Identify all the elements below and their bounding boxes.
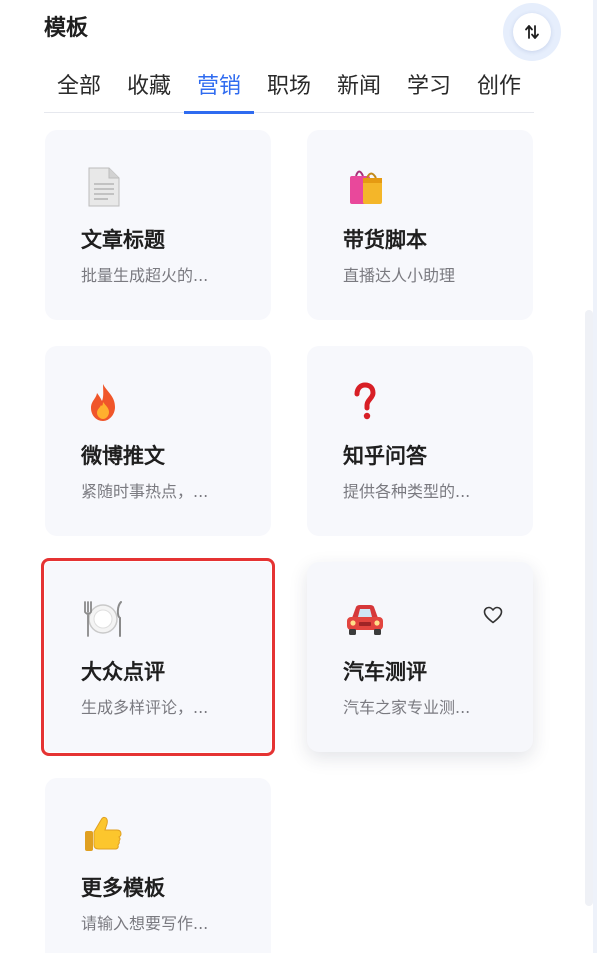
sort-arrows-icon — [525, 25, 539, 39]
card-title: 文章标题 — [81, 228, 165, 252]
template-card-weibo-post[interactable]: 微博推文 紧随时事热点，... — [45, 346, 271, 536]
template-card-sales-script[interactable]: 带货脚本 直播达人小助理 — [307, 130, 533, 320]
right-edge-strip — [593, 0, 597, 953]
card-title: 更多模板 — [81, 876, 165, 900]
tab-news[interactable]: 新闻 — [324, 62, 394, 112]
sort-button[interactable] — [503, 3, 561, 61]
tab-all[interactable]: 全部 — [44, 62, 114, 112]
fire-icon — [81, 380, 125, 424]
template-card-dianping-review[interactable]: 大众点评 生成多样评论，... — [41, 558, 275, 756]
favorite-heart-icon[interactable] — [483, 606, 503, 628]
car-icon — [343, 596, 387, 640]
sort-button-inner — [513, 13, 551, 51]
card-description: 提供各种类型的... — [343, 482, 471, 501]
template-card-more-templates[interactable]: 更多模板 请输入想要写作... — [45, 778, 271, 953]
category-tabs: 全部 收藏 营销 职场 新闻 学习 创作 — [44, 62, 534, 114]
template-card-car-review[interactable]: 汽车测评 汽车之家专业测... — [307, 562, 533, 752]
card-title: 大众点评 — [81, 660, 165, 684]
card-description: 生成多样评论，... — [81, 698, 209, 717]
template-card-article-title[interactable]: 文章标题 批量生成超火的... — [45, 130, 271, 320]
tab-workplace[interactable]: 职场 — [254, 62, 324, 112]
card-description: 请输入想要写作... — [81, 914, 209, 933]
document-icon — [81, 164, 125, 208]
card-description: 汽车之家专业测... — [343, 698, 471, 717]
card-title: 微博推文 — [81, 444, 165, 468]
card-description: 紧随时事热点，... — [81, 482, 209, 501]
tab-creation[interactable]: 创作 — [464, 62, 534, 112]
question-mark-icon — [343, 380, 387, 424]
scrollbar-thumb[interactable] — [585, 310, 593, 906]
card-description: 直播达人小助理 — [343, 266, 456, 285]
card-title: 带货脚本 — [343, 228, 427, 252]
tab-favorites[interactable]: 收藏 — [114, 62, 184, 112]
plate-cutlery-icon — [81, 596, 125, 640]
tab-study[interactable]: 学习 — [394, 62, 464, 112]
card-description: 批量生成超火的... — [81, 266, 209, 285]
tab-marketing[interactable]: 营销 — [184, 62, 254, 114]
card-title: 知乎问答 — [343, 444, 427, 468]
thumbs-up-icon — [81, 812, 125, 856]
template-panel: 模板 全部 收藏 营销 职场 新闻 学习 创作 文章标题 批量生成超火的... … — [0, 0, 597, 953]
page-title: 模板 — [44, 16, 89, 41]
shopping-bags-icon — [343, 164, 387, 208]
template-card-zhihu-qa[interactable]: 知乎问答 提供各种类型的... — [307, 346, 533, 536]
card-title: 汽车测评 — [343, 660, 427, 684]
